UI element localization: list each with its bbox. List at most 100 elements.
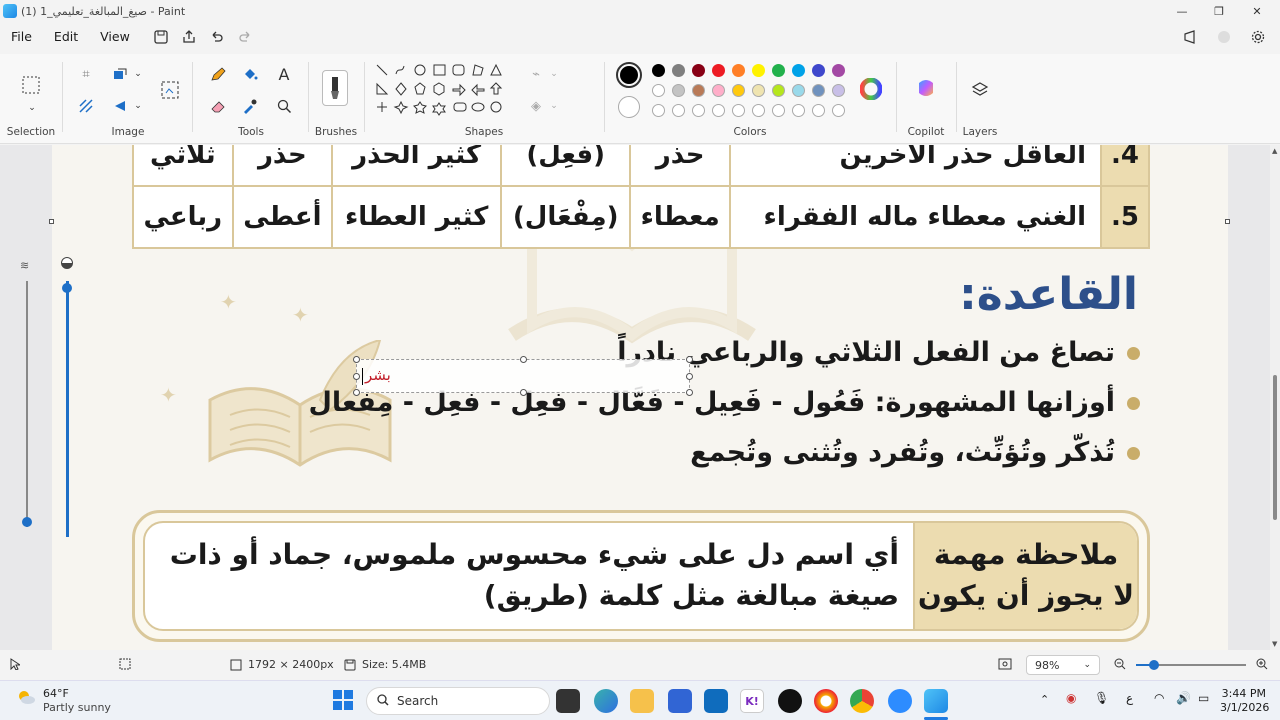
color-swatch[interactable] [652,64,665,77]
custom-color-slot[interactable] [672,104,685,117]
paint-taskbar-icon[interactable] [924,689,948,713]
brush-icon[interactable] [322,70,348,106]
custom-color-slot[interactable] [732,104,745,117]
redo-icon[interactable] [231,25,259,49]
scroll-up-icon[interactable]: ▲ [1272,147,1277,155]
undo-icon[interactable] [203,25,231,49]
resize-handle[interactable] [520,356,527,363]
color-swatch[interactable] [832,64,845,77]
resize-dropdown-icon[interactable]: ⌄ [128,64,148,84]
color-swatch[interactable] [712,64,725,77]
opacity-slider-track[interactable] [66,281,69,537]
zoom-out-icon[interactable] [1114,658,1126,670]
custom-color-slot[interactable] [752,104,765,117]
color-swatch[interactable] [672,84,685,97]
zoom-in-icon[interactable] [1256,658,1268,670]
color-swatch[interactable] [752,84,765,97]
maximize-button[interactable]: ❐ [1200,0,1238,22]
color-swatch[interactable] [812,64,825,77]
color-swatch[interactable] [792,64,805,77]
select-rectangle-icon[interactable] [20,74,42,96]
scroll-down-icon[interactable]: ▼ [1272,640,1277,648]
layers-icon[interactable] [970,80,990,100]
color-picker-icon[interactable] [240,96,260,116]
custom-color-slot[interactable] [652,104,665,117]
color-swatch[interactable] [812,84,825,97]
weather-icon[interactable] [16,687,36,707]
clock-time[interactable]: 3:44 PM [1220,687,1266,700]
battery-icon[interactable]: ▭ [1198,691,1209,705]
resize-handle[interactable] [353,356,360,363]
zoom-slider-thumb[interactable] [1149,660,1159,670]
custom-color-slot[interactable] [832,104,845,117]
color-swatch[interactable] [772,64,785,77]
edit-colors-icon[interactable] [860,78,882,100]
color-swatch[interactable] [672,64,685,77]
crop-icon[interactable]: ⌗ [76,64,96,84]
volume-icon[interactable]: 🔊 [1176,691,1191,705]
file-explorer-icon[interactable] [630,689,654,713]
clock-date[interactable]: 3/1/2026 [1220,701,1269,714]
chrome-icon[interactable] [850,689,874,713]
canvas-area[interactable]: 4. العاقل حذر الآخرين حذر (فَعِل) كثير ا… [0,145,1270,650]
zoom-dropdown[interactable]: 98% ⌄ [1026,655,1100,675]
rotate-dropdown-icon[interactable]: ⌄ [128,96,148,116]
resize-icon[interactable] [110,64,130,84]
canvas-resize-handle[interactable] [49,219,54,224]
taskbar-search[interactable]: Search [366,687,550,715]
color-swatch[interactable] [772,84,785,97]
resize-handle[interactable] [520,389,527,396]
custom-color-slot[interactable] [692,104,705,117]
outline-dropdown-icon[interactable]: ⌄ [544,64,564,84]
fit-to-window-icon[interactable] [998,658,1012,670]
close-button[interactable]: ✕ [1238,0,1276,22]
color-swatch[interactable] [752,64,765,77]
color-swatch[interactable] [732,84,745,97]
zoom-meetings-icon[interactable] [888,689,912,713]
color-swatch[interactable] [652,84,665,97]
size-slider-track[interactable] [26,281,28,527]
tiktok-icon[interactable] [778,689,802,713]
primary-color[interactable] [616,62,642,88]
custom-color-slot[interactable] [772,104,785,117]
color-swatch[interactable] [732,64,745,77]
custom-color-slot[interactable] [812,104,825,117]
store-icon[interactable] [668,689,692,713]
text-input-box[interactable]: بشر [353,356,693,396]
color-swatch[interactable] [792,84,805,97]
resize-handle[interactable] [686,373,693,380]
resize-handle[interactable] [353,373,360,380]
share-icon[interactable] [175,25,203,49]
opacity-slider-thumb[interactable] [62,283,72,293]
resize-handle[interactable] [353,389,360,396]
pencil-icon[interactable] [208,64,228,84]
copilot-icon[interactable] [914,76,938,100]
browser-icon[interactable] [814,689,838,713]
size-slider-thumb[interactable] [22,517,32,527]
image-canvas[interactable]: 4. العاقل حذر الآخرين حذر (فَعِل) كثير ا… [52,145,1228,650]
fill-bucket-icon[interactable] [240,64,260,84]
outlook-icon[interactable] [704,689,728,713]
feedback-icon[interactable] [1176,25,1204,49]
eraser-icon[interactable] [208,96,228,116]
custom-color-slot[interactable] [792,104,805,117]
account-icon[interactable] [1210,25,1238,49]
scrollbar-thumb[interactable] [1273,375,1277,520]
shape-fill-icon[interactable]: ◈ [526,96,546,116]
show-hidden-icons[interactable]: ⌃ [1040,693,1049,706]
magnifier-icon[interactable] [274,96,294,116]
weather-description[interactable]: Partly sunny [43,701,111,714]
wifi-icon[interactable]: ◠ [1154,691,1164,705]
minimize-button[interactable]: — [1163,0,1201,22]
menu-edit[interactable]: Edit [43,25,89,49]
rotate-icon[interactable] [110,96,130,116]
canvas-resize-handle[interactable] [1225,219,1230,224]
menu-file[interactable]: File [0,25,43,49]
edge-browser-icon[interactable] [594,689,618,713]
microphone-icon[interactable]: 🎙 [1094,691,1109,705]
color-swatch[interactable] [692,64,705,77]
vertical-scrollbar[interactable]: ▲ ▼ [1270,145,1280,650]
image-select-icon[interactable] [160,80,180,100]
remove-background-icon[interactable] [76,96,96,116]
save-icon[interactable] [147,25,175,49]
